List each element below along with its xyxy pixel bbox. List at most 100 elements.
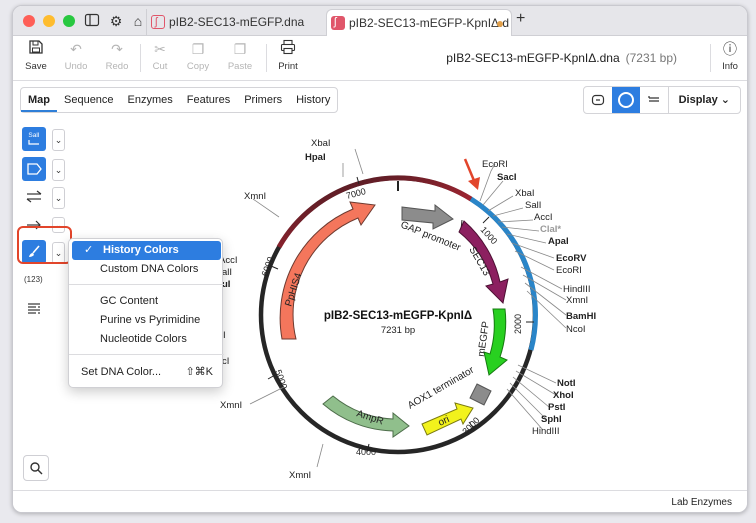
menu-item-gc-content[interactable]: GC Content [69, 292, 224, 311]
tab-file-1[interactable]: pIB2-SEC13-mEGFP.dna [146, 9, 326, 36]
snapgene-logo-icon [331, 10, 345, 36]
tab-file-2[interactable]: pIB2-SEC13-mEGFP-KpnIΔ.d [326, 9, 512, 37]
save-button[interactable]: Save [16, 39, 56, 72]
plasmid-name: pIB2-SEC13-mEGFP-KpnIΔ [324, 310, 472, 322]
copy-label: Copy [186, 61, 210, 72]
enzyme-saci[interactable]: SacI [497, 172, 517, 183]
cut-button[interactable]: ✂ Cut [140, 39, 180, 72]
enzyme-xmni-4[interactable]: XmnI [289, 470, 311, 481]
info-button[interactable]: ⓘ Info [710, 39, 747, 72]
enzyme-psti[interactable]: PstI [548, 402, 565, 413]
enzyme-xmni[interactable]: XmnI [566, 295, 588, 306]
linear-map-icon[interactable] [584, 87, 612, 113]
menu-item-label: Nucleotide Colors [100, 333, 187, 345]
display-dropdown[interactable]: Display ⌄ [667, 87, 740, 113]
plasmid-size: 7231 bp [381, 325, 415, 336]
enzyme-ecorv[interactable]: EcoRV [556, 253, 587, 264]
enzyme-hindiii-2[interactable]: HindIII [532, 426, 559, 437]
enzyme-xbai[interactable]: XbaI [515, 188, 535, 199]
scissors-icon: ✂ [154, 41, 166, 57]
gear-icon[interactable]: ⚙ [107, 12, 125, 30]
enzyme-apai[interactable]: ApaI [548, 236, 569, 247]
menu-item-label: GC Content [100, 295, 159, 307]
callout-arrow-icon [463, 158, 480, 190]
copy-button[interactable]: ❐ Copy [178, 39, 218, 72]
enzyme-set-label[interactable]: Lab Enzymes [671, 497, 732, 508]
file-title: pIB2-SEC13-mEGFP-KpnIΔ.dna (7231 bp) [446, 51, 677, 65]
close-window-button[interactable] [23, 15, 35, 27]
search-icon [30, 462, 43, 475]
undo-button[interactable]: ↶ Undo [56, 39, 96, 72]
app-window: ⚙ ⌂ pIB2-SEC13-mEGFP.dna pIB2-SEC13-mEGF… [12, 5, 748, 513]
menu-item-label: Custom DNA Colors [100, 263, 199, 275]
file-name: pIB2-SEC13-mEGFP-KpnIΔ.dna [446, 51, 620, 65]
enzyme-ecori[interactable]: EcoRI [482, 159, 508, 170]
menu-separator [69, 354, 224, 355]
search-button[interactable] [23, 455, 49, 481]
paste-icon: ❐ [233, 41, 247, 57]
undo-label: Undo [64, 61, 88, 72]
sequence-view-icon[interactable] [640, 87, 668, 113]
menu-item-purine-pyrimidine[interactable]: Purine vs Pyrimidine [69, 311, 224, 330]
home-icon[interactable]: ⌂ [129, 12, 147, 30]
view-tabs: Map Sequence Enzymes Features Primers Hi… [20, 87, 339, 113]
enzyme-xmni-2[interactable]: XmnI [220, 400, 242, 411]
zoom-window-button[interactable] [63, 15, 75, 27]
tab-primers[interactable]: Primers [237, 88, 289, 112]
redo-label: Redo [105, 61, 129, 72]
checkmark-icon: ✓ [84, 244, 94, 256]
feature-label-megfp: mEGFP [476, 320, 492, 357]
feature-aox1-terminator[interactable] [469, 383, 492, 406]
enzyme-ncoi[interactable]: NcoI [566, 324, 586, 335]
menu-item-set-dna-color[interactable]: Set DNA Color... ⇧⌘K [69, 363, 224, 382]
unsaved-dot-icon [497, 21, 503, 27]
enzyme-ecori-2[interactable]: EcoRI [556, 265, 582, 276]
menu-item-nucleotide-colors[interactable]: Nucleotide Colors [69, 330, 224, 349]
enzyme-xmni-3[interactable]: XmnI [244, 191, 266, 202]
tick-label: 4000 [356, 447, 376, 457]
map-view-controls: Display ⌄ [582, 86, 741, 114]
file-length: (7231 bp) [625, 51, 677, 65]
menu-separator [69, 284, 224, 285]
enzyme-sphi[interactable]: SphI [541, 414, 562, 425]
tab-label: pIB2-SEC13-mEGFP-KpnIΔ.d [349, 16, 510, 30]
menu-item-custom-dna-colors[interactable]: Custom DNA Colors [69, 260, 224, 279]
enzyme-hpai[interactable]: HpaI [305, 152, 326, 163]
ring-icon [617, 92, 634, 108]
enzyme-clai[interactable]: ClaI* [540, 224, 561, 235]
paste-button[interactable]: ❐ Paste [220, 39, 260, 72]
cut-label: Cut [152, 61, 168, 72]
circular-map-icon[interactable] [611, 87, 640, 113]
enzyme-hindiii[interactable]: HindIII [563, 284, 590, 295]
menu-item-label: History Colors [103, 244, 179, 256]
toolbar-divider [266, 44, 267, 72]
enzyme-noti[interactable]: NotI [557, 378, 575, 389]
redo-button[interactable]: ↷ Redo [97, 39, 137, 72]
sidebar-toggle-icon[interactable] [83, 12, 101, 30]
toolbar: Save ↶ Undo ↷ Redo ✂ Cut ❐ Copy ❐ Paste … [13, 36, 747, 81]
new-tab-plus-icon[interactable]: + [516, 10, 525, 28]
enzyme-xbai-2[interactable]: XbaI [311, 138, 331, 149]
dna-colors-menu: ✓ History Colors Custom DNA Colors GC Con… [68, 238, 224, 388]
save-label: Save [25, 61, 47, 72]
printer-icon [268, 39, 308, 59]
minimize-window-button[interactable] [43, 15, 55, 27]
feature-label-aox1-terminator: AOX1 terminator [406, 365, 477, 412]
enzyme-sali[interactable]: SalI [525, 200, 541, 211]
tab-enzymes[interactable]: Enzymes [121, 88, 180, 112]
tab-map[interactable]: Map [21, 88, 57, 112]
view-nav: Map Sequence Enzymes Features Primers Hi… [13, 81, 747, 119]
tab-sequence[interactable]: Sequence [57, 88, 121, 112]
print-button[interactable]: Print [268, 39, 308, 72]
snapgene-logo-icon [151, 9, 165, 36]
enzyme-acci[interactable]: AccI [534, 212, 552, 223]
save-disk-icon [16, 39, 56, 59]
tab-history[interactable]: History [289, 88, 337, 112]
enzyme-xhoi[interactable]: XhoI [553, 390, 574, 401]
tab-features[interactable]: Features [180, 88, 237, 112]
redo-icon: ↷ [111, 41, 123, 57]
menu-item-history-colors[interactable]: ✓ History Colors [72, 241, 221, 260]
tab-bar: ⚙ ⌂ pIB2-SEC13-mEGFP.dna pIB2-SEC13-mEGF… [13, 6, 747, 37]
display-label: Display [678, 94, 718, 106]
enzyme-bamhi[interactable]: BamHI [566, 311, 596, 322]
